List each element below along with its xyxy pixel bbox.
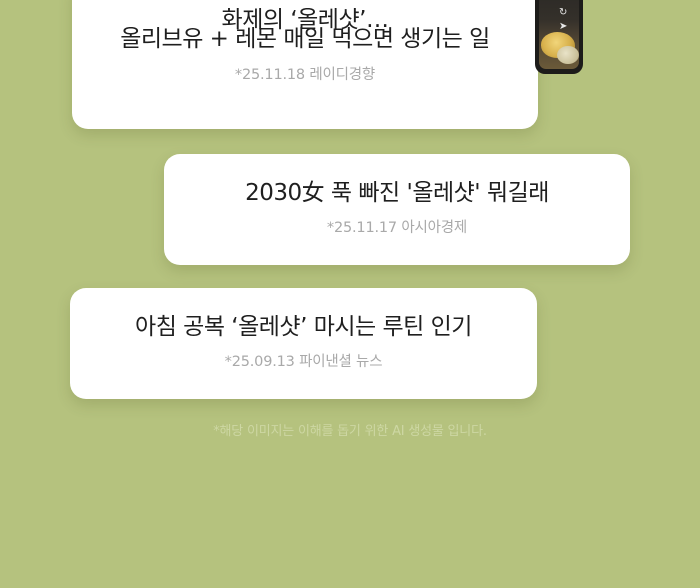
ai-image-disclaimer: *해당 이미지는 이해를 돕기 위한 AI 생성물 입니다. [213,424,487,439]
phone-image: ↻ ➤ [535,0,583,74]
news-card-1-headline-line2: 올리브유 + 레몬 매일 먹으면 생기는 일 [120,26,490,52]
news-card-2-meta: *25.11.17 아시아경제 [326,220,468,236]
news-card-2: 2030女 푹 빠진 '올레샷' 뭐길래 *25.11.17 아시아경제 [164,154,630,265]
news-card-3-headline: 아침 공복 ‘올레샷’ 마시는 루틴 인기 [135,314,472,340]
news-card-3: 아침 공복 ‘올레샷’ 마시는 루틴 인기 *25.09.13 파이낸셜 뉴스 [70,288,537,399]
news-card-3-meta: *25.09.13 파이낸셜 뉴스 [224,354,383,370]
news-card-2-headline: 2030女 푹 빠진 '올레샷' 뭐길래 [245,180,549,206]
phone-screen: ↻ ➤ [539,0,579,69]
fruit-image [557,46,579,64]
news-card-1-meta: *25.11.18 레이디경향 [234,67,376,83]
refresh-icon: ↻ [559,7,568,18]
news-card-1: 화제의 ‘올레샷’… 올리브유 + 레몬 매일 먹으면 생기는 일 *25.11… [72,0,538,129]
send-icon: ➤ [559,21,568,32]
